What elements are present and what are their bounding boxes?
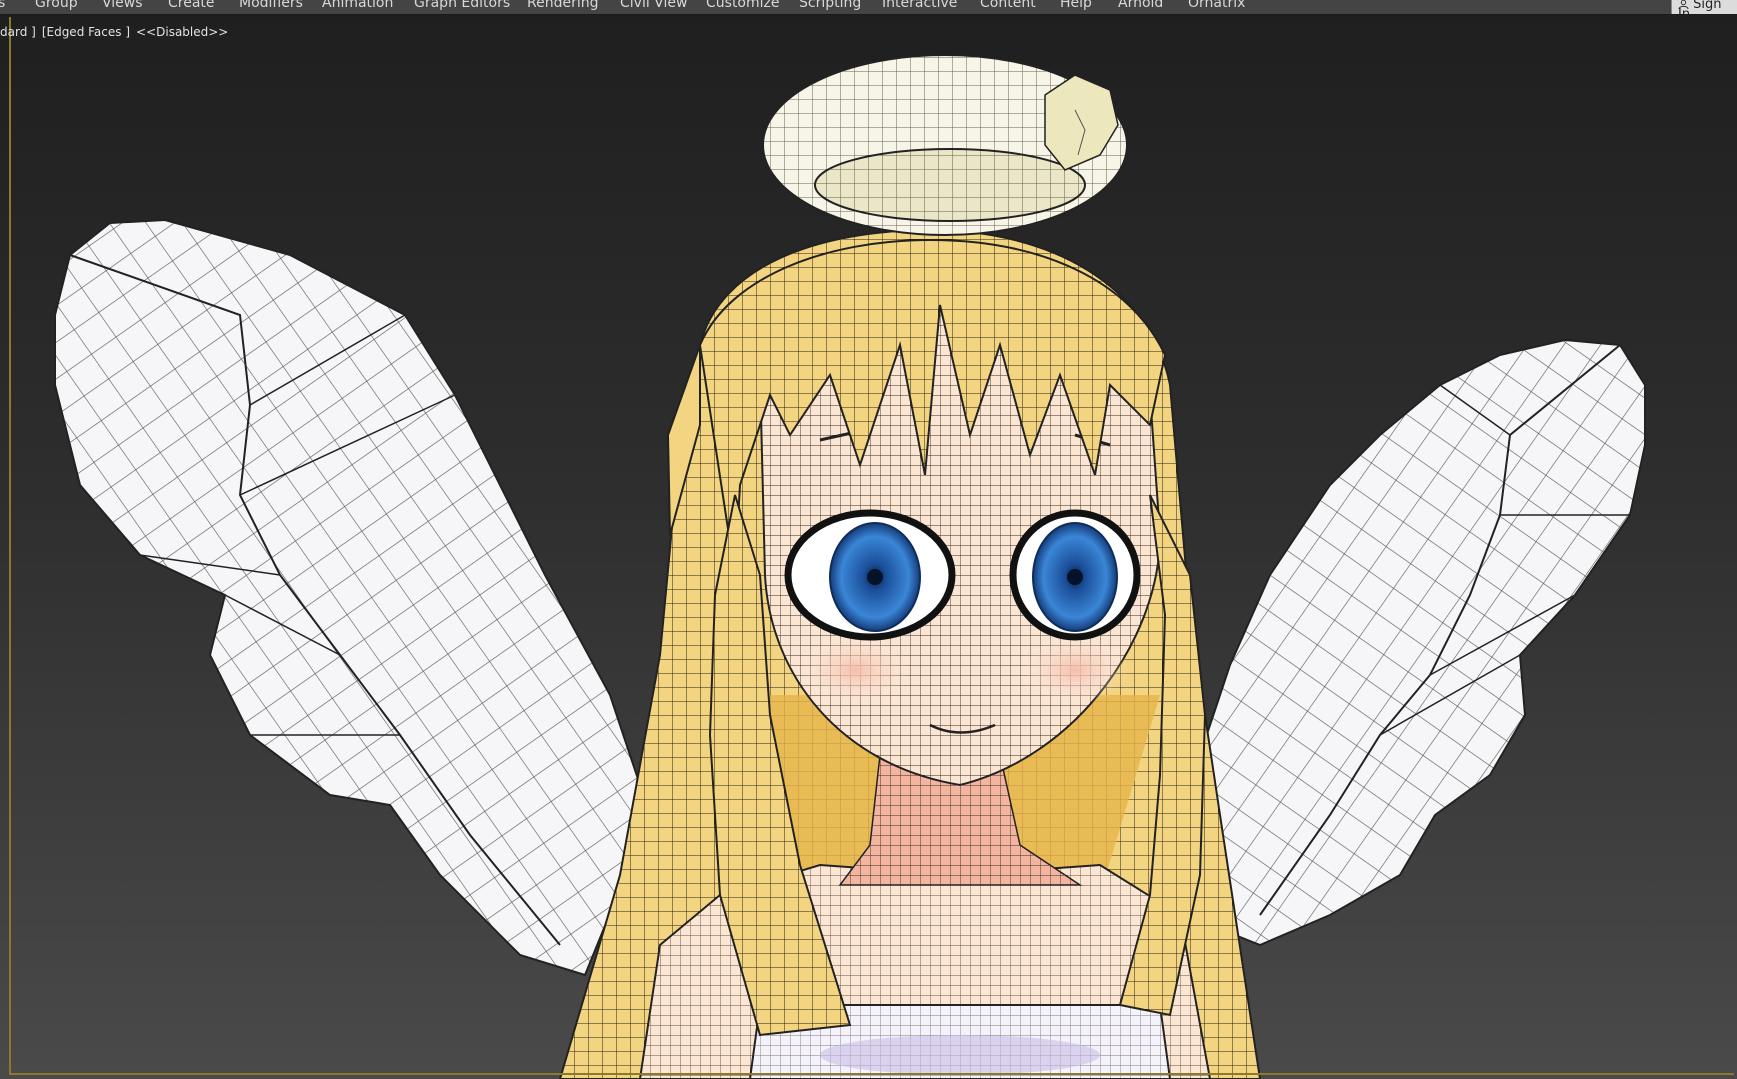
- menu-item-file[interactable]: s: [0, 0, 5, 10]
- menu-item-rendering[interactable]: Rendering: [527, 0, 599, 10]
- menu-bar: s Group Views Create Modifiers Animation…: [0, 0, 1737, 15]
- menu-item-modifiers[interactable]: Modifiers: [239, 0, 303, 10]
- menu-item-create[interactable]: Create: [168, 0, 215, 10]
- viewport-edged-faces-label[interactable]: [Edged Faces ]: [42, 25, 130, 39]
- right-eye: [1009, 509, 1141, 641]
- sign-in-button[interactable]: Sign In: [1671, 0, 1737, 14]
- menu-item-customize[interactable]: Customize: [706, 0, 780, 10]
- menu-item-content[interactable]: Content: [980, 0, 1036, 10]
- menu-item-civil-view[interactable]: Civil View: [620, 0, 687, 10]
- menu-item-ornatrix[interactable]: Ornatrix: [1188, 0, 1245, 10]
- menu-item-animation[interactable]: Animation: [322, 0, 393, 10]
- menu-item-interactive[interactable]: Interactive: [882, 0, 957, 10]
- menu-item-group[interactable]: Group: [35, 0, 78, 10]
- viewport-shading-label[interactable]: dard ]: [0, 25, 36, 39]
- left-eye: [784, 509, 956, 641]
- menu-item-views[interactable]: Views: [102, 0, 143, 10]
- halo: [762, 54, 1128, 236]
- menu-item-help[interactable]: Help: [1060, 0, 1092, 10]
- menu-item-graph-editors[interactable]: Graph Editors: [414, 0, 510, 10]
- scene-render: [54, 54, 1646, 1079]
- menu-item-scripting[interactable]: Scripting: [799, 0, 861, 10]
- menu-item-arnold[interactable]: Arnold: [1118, 0, 1163, 10]
- viewport-label: dard ] [Edged Faces ] <<Disabled>>: [0, 25, 234, 39]
- viewport-disabled-label[interactable]: <<Disabled>>: [136, 25, 228, 39]
- left-wing: [54, 218, 652, 977]
- perspective-viewport[interactable]: dard ] [Edged Faces ] <<Disabled>>: [0, 15, 1737, 1079]
- right-wing: [1188, 338, 1646, 947]
